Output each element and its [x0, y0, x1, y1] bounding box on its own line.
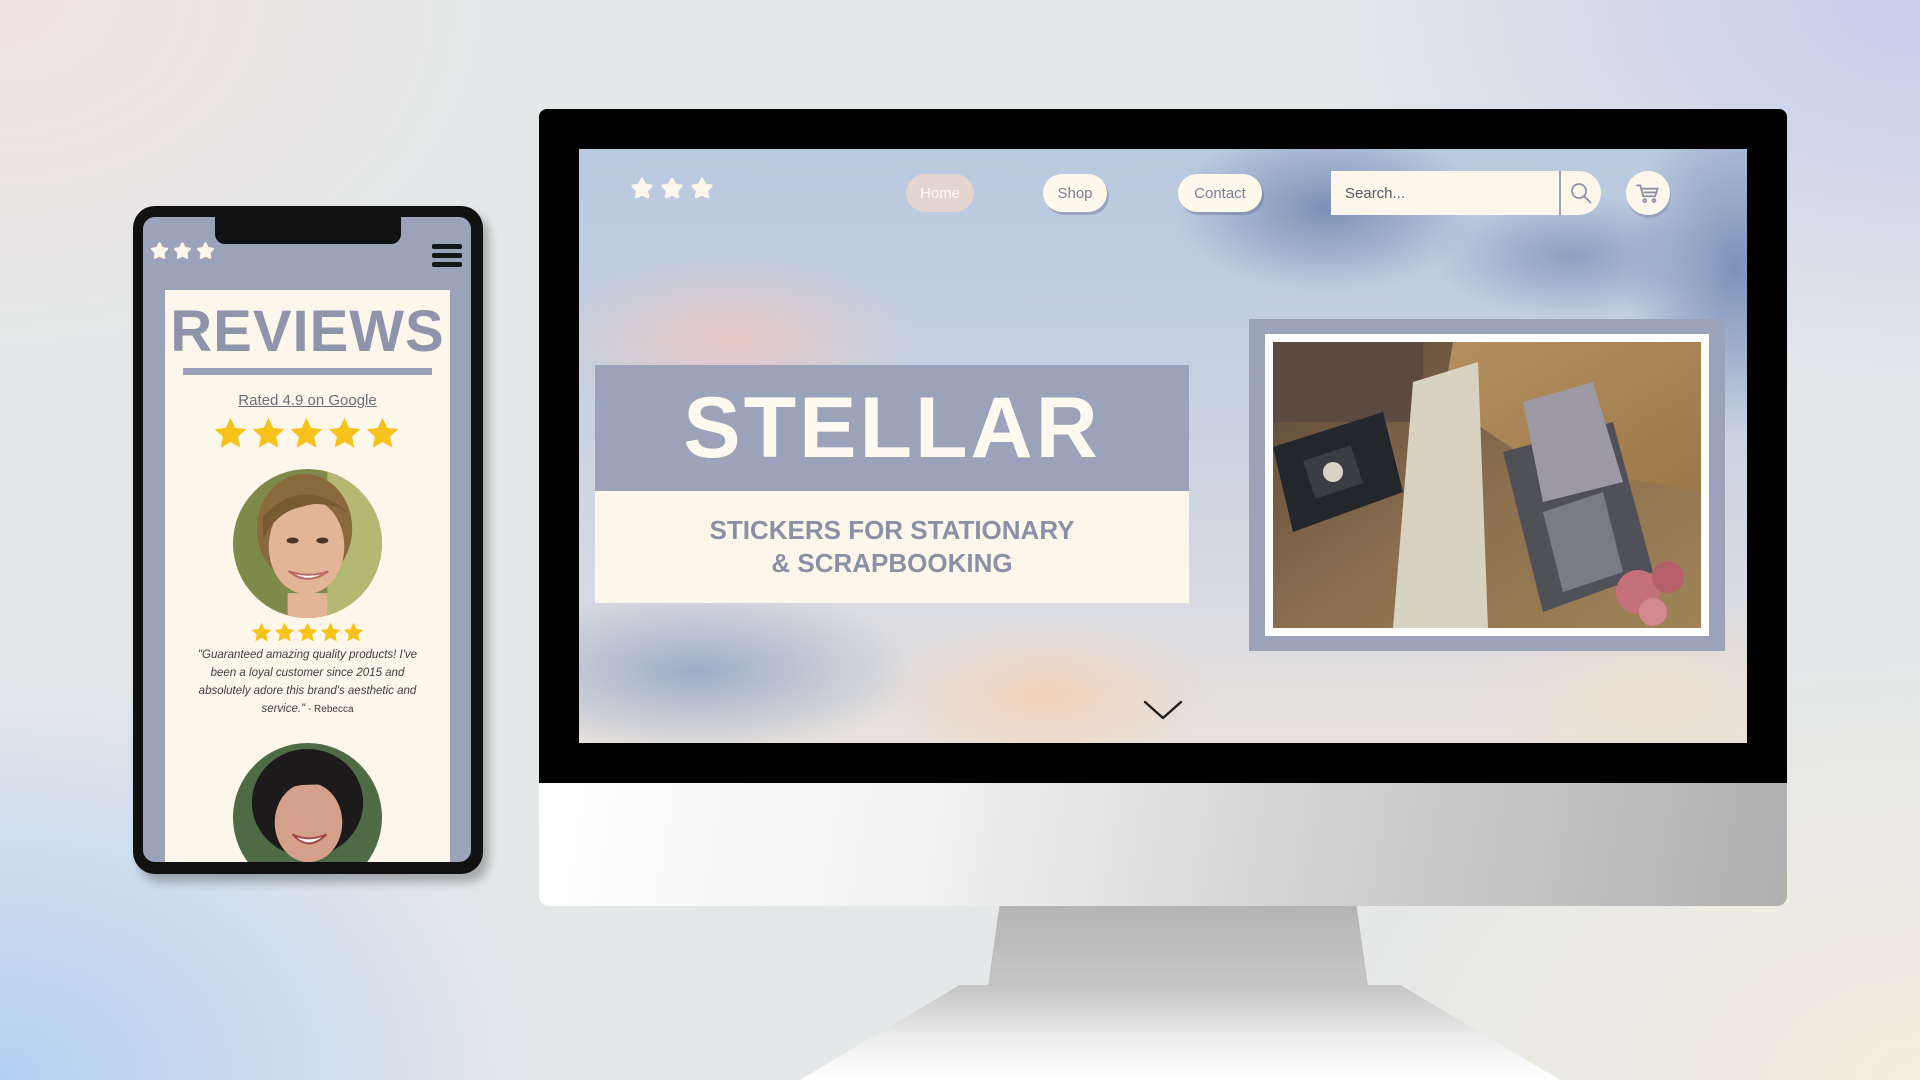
star-icon — [629, 175, 655, 201]
star-icon — [326, 415, 363, 452]
nav-contact[interactable]: Contact — [1178, 174, 1262, 212]
review-author: - Rebecca — [305, 704, 354, 715]
star-icon — [172, 240, 193, 261]
mobile-phone: REVIEWS Rated 4.9 on Google "Guaranteed … — [133, 206, 483, 874]
reviewer-avatar — [233, 743, 382, 862]
overall-star-rating — [212, 415, 401, 452]
hero-photo-sticker-book — [1273, 342, 1701, 628]
cart-icon — [1636, 184, 1659, 203]
star-icon — [319, 621, 342, 644]
search-input[interactable] — [1331, 171, 1559, 215]
hero-subtitle-line2: & SCRAPBOOKING — [771, 548, 1013, 578]
reviewer-avatar — [233, 469, 382, 618]
chevron-down-icon[interactable] — [1141, 696, 1185, 724]
search-button[interactable] — [1561, 171, 1601, 215]
desktop-monitor: Home Shop Contact ST — [539, 109, 1787, 906]
nav-home[interactable]: Home — [906, 174, 974, 212]
star-icon — [212, 415, 249, 452]
site-logo[interactable] — [629, 175, 715, 201]
star-icon — [296, 621, 319, 644]
star-icon — [195, 240, 216, 261]
star-icon — [250, 621, 273, 644]
hero-subtitle-line1: STICKERS FOR STATIONARY — [709, 515, 1075, 545]
hamburger-menu-icon[interactable] — [432, 244, 464, 274]
search-icon — [1571, 183, 1592, 204]
star-icon — [288, 415, 325, 452]
star-icon — [149, 240, 170, 261]
monitor-stand-base — [800, 985, 1560, 1080]
monitor-chin — [539, 783, 1787, 906]
reviews-heading: REVIEWS — [170, 299, 445, 364]
reviews-card: REVIEWS Rated 4.9 on Google "Guaranteed … — [165, 290, 450, 862]
hero-photo-mat — [1265, 334, 1709, 636]
star-icon — [250, 415, 287, 452]
search-bar — [1331, 171, 1601, 215]
hero-subtitle-banner: STICKERS FOR STATIONARY & SCRAPBOOKING — [595, 491, 1189, 603]
google-rating-link[interactable]: Rated 4.9 on Google — [165, 392, 450, 409]
star-icon — [273, 621, 296, 644]
mobile-screen: REVIEWS Rated 4.9 on Google "Guaranteed … — [143, 217, 471, 862]
review-star-rating — [250, 621, 365, 644]
hero-photo-frame — [1249, 319, 1725, 651]
star-icon — [689, 175, 715, 201]
cart-button[interactable] — [1626, 171, 1670, 215]
star-icon — [659, 175, 685, 201]
website-screen: Home Shop Contact ST — [579, 149, 1747, 743]
monitor-bezel: Home Shop Contact ST — [539, 109, 1787, 783]
hero-title-banner: STELLAR — [595, 365, 1189, 491]
star-icon — [342, 621, 365, 644]
reviews-underline — [183, 368, 432, 375]
monitor-stand-neck — [988, 906, 1368, 986]
nav-shop[interactable]: Shop — [1043, 174, 1107, 212]
hero-title: STELLAR — [683, 379, 1101, 476]
phone-notch — [215, 217, 401, 244]
mobile-logo[interactable] — [149, 240, 216, 261]
star-icon — [364, 415, 401, 452]
review-quote: "Guaranteed amazing quality products! I'… — [185, 646, 430, 719]
